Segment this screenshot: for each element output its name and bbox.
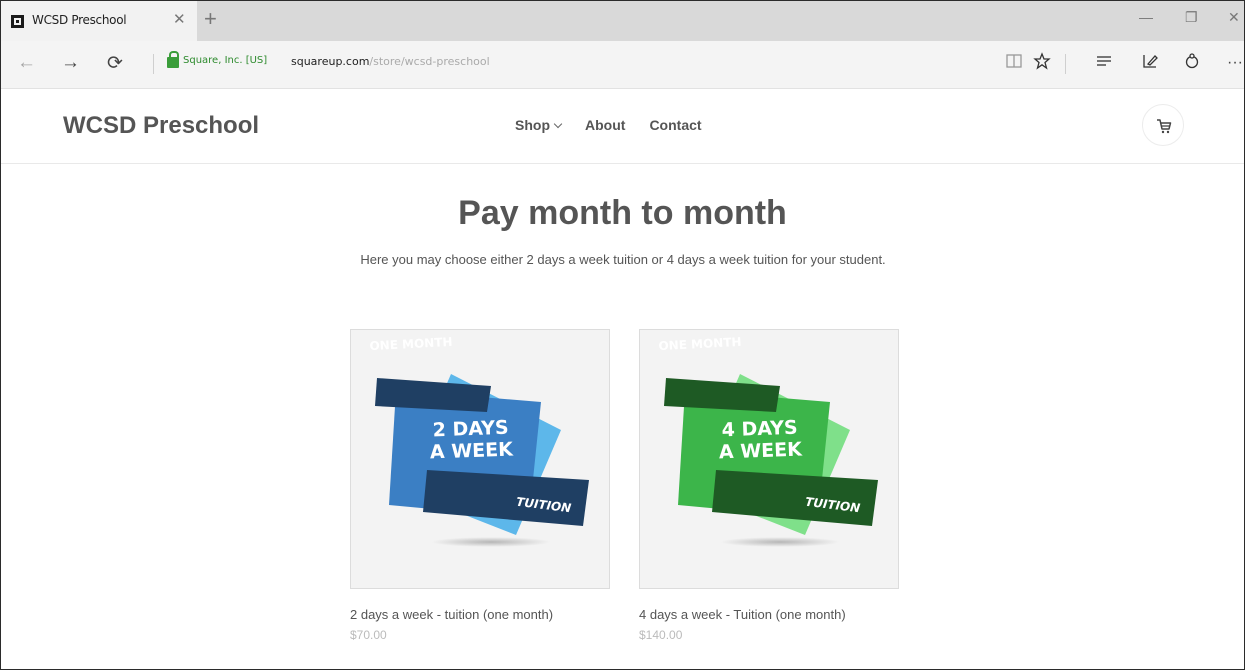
product-price: $140.00	[639, 628, 683, 642]
close-tab-icon[interactable]: ✕	[173, 10, 186, 28]
cart-icon	[1157, 119, 1172, 134]
back-button[interactable]: ←	[17, 52, 36, 74]
nav-shop-label: Shop	[515, 117, 550, 133]
site-brand[interactable]: WCSD Preschool	[63, 112, 259, 140]
toolbar-separator	[1065, 54, 1066, 74]
site-header: WCSD Preschool Shop About Contact	[1, 90, 1244, 164]
share-icon[interactable]	[1183, 52, 1201, 75]
nav-contact[interactable]: Contact	[649, 117, 701, 133]
browser-tab[interactable]: WCSD Preschool ✕	[1, 1, 197, 41]
hub-icon[interactable]	[1095, 52, 1113, 75]
window-close-button[interactable]: ✕	[1228, 9, 1240, 26]
url-path: /store/wcsd-preschool	[369, 55, 490, 68]
product-price: $70.00	[350, 628, 387, 642]
page-title: Pay month to month	[458, 194, 787, 232]
chevron-down-icon	[553, 119, 563, 128]
web-note-icon[interactable]	[1141, 52, 1159, 75]
favicon-icon	[11, 15, 24, 28]
address-bar-row: ← → ⟳ Square, Inc. [US] squareup.com/sto…	[1, 41, 1244, 89]
tab-title: WCSD Preschool	[32, 13, 127, 27]
badge-line-2: A WEEK	[718, 438, 803, 464]
browser-window: WCSD Preschool ✕ + — ❐ ✕ ← → ⟳ Square, I…	[0, 0, 1245, 670]
refresh-button[interactable]: ⟳	[107, 52, 123, 75]
product-name[interactable]: 4 days a week - Tuition (one month)	[639, 607, 901, 622]
badge-main-text: 2 DAYS A WEEK	[410, 416, 531, 464]
more-icon[interactable]: ···	[1227, 54, 1243, 72]
site-identity[interactable]: Square, Inc. [US]	[183, 55, 267, 66]
product-image[interactable]: ONE MONTH 2 DAYS A WEEK TUITION	[350, 329, 610, 589]
nav-about-label: About	[585, 117, 626, 133]
favorite-star-icon[interactable]	[1033, 52, 1051, 75]
new-tab-button[interactable]: +	[204, 6, 217, 32]
address-separator	[153, 54, 154, 74]
product-card[interactable]: ONE MONTH 2 DAYS A WEEK TUITION 2 days a…	[350, 329, 610, 642]
site-nav: Shop About Contact	[515, 117, 726, 133]
tab-strip: WCSD Preschool ✕ + — ❐ ✕	[1, 1, 1244, 41]
badge-main-text: 4 DAYS A WEEK	[699, 416, 820, 464]
url-field[interactable]: squareup.com/store/wcsd-preschool	[291, 55, 490, 68]
product-card[interactable]: ONE MONTH 4 DAYS A WEEK TUITION 4 days a…	[639, 329, 899, 642]
cart-button[interactable]	[1142, 104, 1184, 146]
reading-view-icon[interactable]	[1005, 52, 1023, 75]
nav-contact-label: Contact	[649, 117, 702, 133]
main-content: Pay month to month Here you may choose e…	[1, 164, 1244, 669]
product-image[interactable]: ONE MONTH 4 DAYS A WEEK TUITION	[639, 329, 899, 589]
product-name[interactable]: 2 days a week - tuition (one month)	[350, 607, 612, 622]
minimize-button[interactable]: —	[1139, 9, 1153, 25]
restore-button[interactable]: ❐	[1185, 9, 1198, 26]
badge-line-2: A WEEK	[429, 438, 514, 464]
lock-icon[interactable]	[167, 51, 179, 68]
nav-shop[interactable]: Shop	[515, 117, 563, 133]
url-domain: squareup.com	[291, 55, 370, 68]
forward-button[interactable]: →	[61, 52, 80, 74]
page-description: Here you may choose either 2 days a week…	[360, 252, 886, 267]
nav-about[interactable]: About	[585, 117, 625, 133]
